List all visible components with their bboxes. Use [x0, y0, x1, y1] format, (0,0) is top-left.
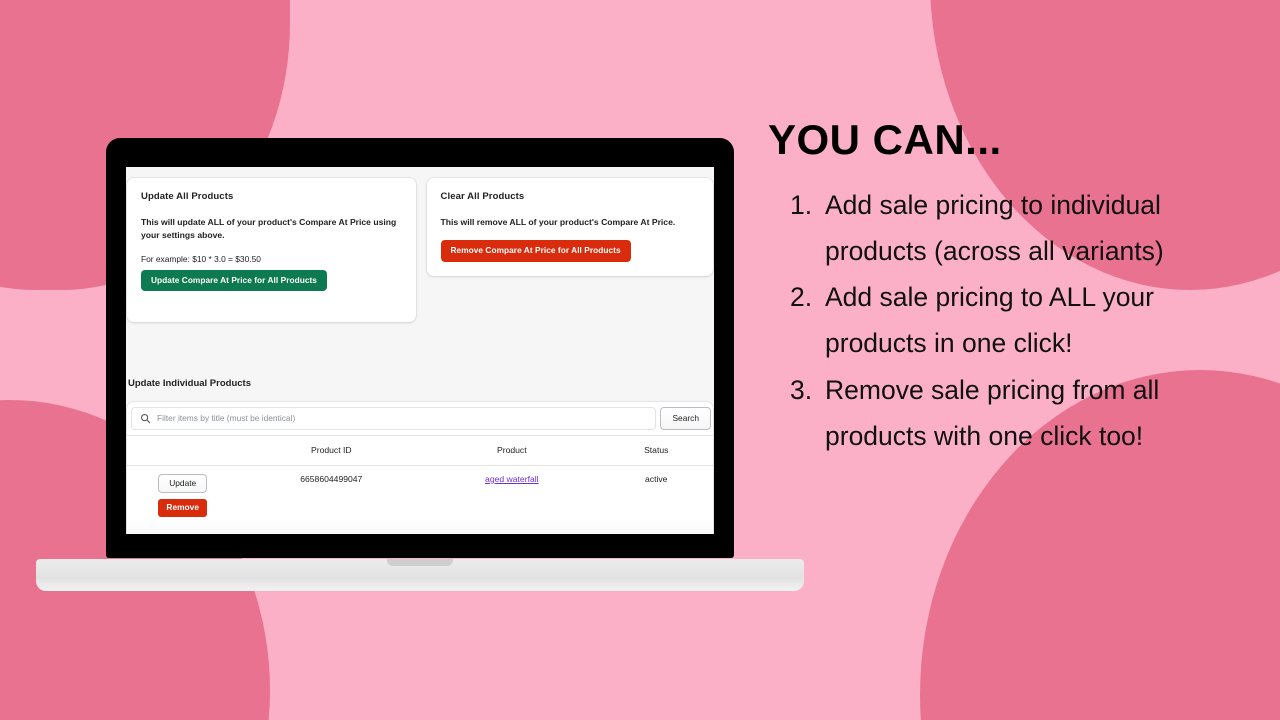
- remove-compare-at-price-all-button[interactable]: Remove Compare At Price for All Products: [440, 240, 631, 262]
- laptop-hinge-notch: [387, 559, 453, 566]
- products-table-card: Filter items by title (must be identical…: [127, 401, 713, 534]
- table-header-row: Product ID Product Status: [127, 435, 713, 466]
- laptop-mockup: Update All Products This will update ALL…: [36, 138, 804, 591]
- row-product-id: 6658604499047: [300, 473, 363, 484]
- admin-app-window: Update All Products This will update ALL…: [126, 167, 714, 534]
- row-status: active: [645, 473, 668, 484]
- row-product-cell: aged waterfall: [424, 465, 599, 520]
- clear-all-products-card: Clear All Products This will remove ALL …: [426, 178, 713, 276]
- update-all-card-description: This will update ALL of your product's C…: [141, 217, 397, 241]
- update-all-products-card: Update All Products This will update ALL…: [127, 178, 416, 322]
- product-name-link[interactable]: aged waterfall: [485, 474, 539, 484]
- row-actions-cell: Update Remove: [127, 465, 238, 520]
- list-item: Add sale pricing to ALL your products in…: [790, 274, 1154, 359]
- search-button[interactable]: Search: [660, 406, 711, 430]
- promo-heading: YOU CAN...: [768, 116, 1002, 163]
- app-top-spacer: [126, 167, 714, 178]
- column-header-action: [127, 435, 239, 466]
- products-filter-row: Filter items by title (must be identical…: [127, 401, 713, 436]
- update-all-card-example: For example: $10 * 3.0 = $30.50: [141, 253, 261, 264]
- search-icon: [140, 413, 151, 424]
- products-table: Product ID Product Status Update Remove …: [127, 435, 713, 521]
- list-item: Remove sale pricing from all products wi…: [790, 367, 1160, 451]
- laptop-base: [36, 559, 804, 591]
- table-row: Update Remove 6658604499047 aged waterfa…: [127, 465, 713, 520]
- table-footer-strip: [127, 520, 713, 534]
- individual-section-title: Update Individual Products: [128, 377, 251, 389]
- update-all-card-title: Update All Products: [141, 191, 234, 202]
- promo-banner: Update All Products This will update ALL…: [0, 0, 1280, 720]
- column-header-product-id: Product ID: [238, 435, 425, 466]
- column-header-status: Status: [599, 435, 713, 466]
- promo-feature-list: Add sale pricing to individual products …: [768, 182, 1238, 459]
- update-product-button[interactable]: Update: [158, 473, 208, 494]
- clear-all-card-description: This will remove ALL of your product's C…: [440, 217, 676, 227]
- remove-product-button[interactable]: Remove: [158, 499, 207, 517]
- promo-copy: YOU CAN... Add sale pricing to individua…: [768, 116, 1238, 459]
- bulk-actions-row: Update All Products This will update ALL…: [126, 178, 714, 322]
- filter-input-wrapper[interactable]: Filter items by title (must be identical…: [131, 406, 657, 430]
- update-individual-products-section: Update Individual Products Filter items …: [126, 369, 714, 534]
- column-header-product: Product: [424, 435, 600, 466]
- update-compare-at-price-all-button[interactable]: Update Compare At Price for All Products: [141, 269, 327, 291]
- laptop-screen: Update All Products This will update ALL…: [126, 167, 714, 534]
- clear-all-card-title: Clear All Products: [440, 191, 525, 202]
- filter-placeholder-text: Filter items by title (must be identical…: [157, 413, 296, 424]
- list-item: Add sale pricing to individual products …: [790, 182, 1164, 267]
